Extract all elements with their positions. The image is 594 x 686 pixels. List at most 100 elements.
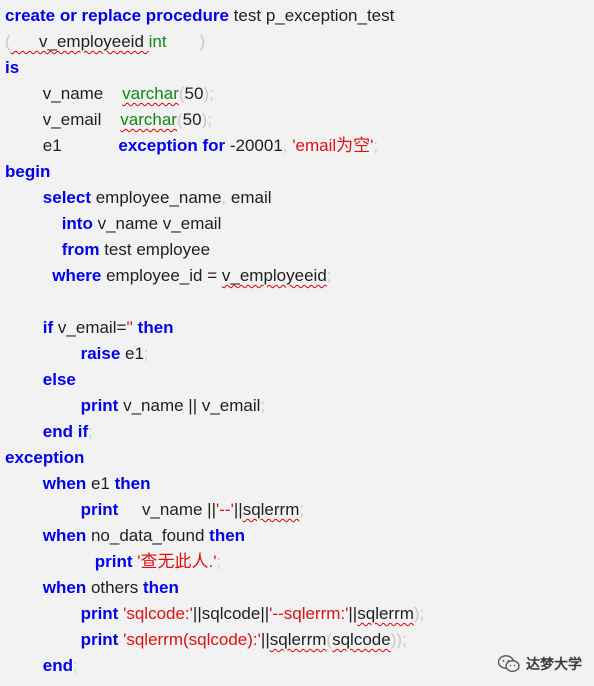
code-token: print [94,552,133,571]
code-token: e1 [5,136,119,155]
code-line: print v_name ||'--'||sqlerrm; [5,497,305,523]
code-line: end if; [5,419,93,445]
watermark-text: 达梦大学 [526,656,582,672]
code-line: print v_name || v_email; [5,393,266,419]
code-token: from [61,240,100,259]
code-token: || [260,630,270,649]
code-token: ; [260,396,266,415]
code-token: 50 [182,110,202,129]
code-token: sqlerrm [269,630,327,649]
code-line: create or replace procedure test p_excep… [5,3,394,29]
code-token: end if [42,422,89,441]
code-line: where employee_id = v_employeeid; [5,263,332,289]
code-line: print 'sqlcode:'||sqlcode||'--sqlerrm:'|… [5,601,425,627]
code-line: v_email varchar(50); [5,107,212,133]
code-token: end [42,656,74,675]
code-token: then [209,526,246,545]
code-token: ; [73,656,78,675]
code-line: exception [5,445,84,471]
code-token: 'sqlcode:' [123,604,193,623]
code-token: 50 [184,84,204,103]
code-token: sqlcode [332,630,391,649]
code-token: v_email [162,214,222,233]
code-token: if [42,318,54,337]
code-token: ||sqlcode|| [192,604,270,623]
code-token: )); [390,630,407,649]
code-token: , [221,188,231,207]
code-token: varchar [122,84,179,103]
code-line: begin [5,159,50,185]
code-token: into [61,214,93,233]
code-token: print [80,396,119,415]
code-token: then [137,318,174,337]
code-token: 'email为空' [292,136,374,155]
code-line: ( v_employeeid int ) [5,29,205,55]
code-token: others [86,578,143,597]
code-token: print [80,500,119,519]
code-token: sqlerrm [357,604,414,623]
code-token: begin [5,162,51,181]
code-token: then [142,578,179,597]
code-token: || [233,500,243,519]
code-token: ); [201,110,212,129]
code-token: v_name [92,214,159,233]
code-line: raise e1; [5,341,149,367]
code-token: ; [326,266,332,285]
code-token: ; [373,136,379,155]
code-token: v_name [5,84,123,103]
code-token: test [99,240,132,259]
code-token: print [80,630,119,649]
code-token: v_employeeid [221,266,327,285]
code-token: int [148,32,167,51]
code-token: exception for [118,136,226,155]
code-token: e1 [120,344,144,363]
code-token: e1 [86,474,115,493]
code-token: ; [299,500,305,519]
code-token: else [42,370,76,389]
code-token: ); [203,84,214,103]
code-token: when [42,526,87,545]
code-token: employee [136,240,211,259]
code-token: v_email= [53,318,127,337]
code-token: '--sqlerrm:' [269,604,349,623]
code-token: || [348,604,358,623]
code-line: print '查无此人.'; [5,549,221,575]
code-line: if v_email='' then [5,315,174,341]
code-token: varchar [120,110,177,129]
code-line: e1 exception for -20001, 'email为空'; [5,133,378,159]
code-token: then [114,474,151,493]
code-token: test [228,6,262,25]
code-token: when [42,578,87,597]
code-token: email [230,188,272,207]
code-token: employee_id = [101,266,222,285]
code-token: create or replace procedure [5,6,229,25]
code-token: ); [413,604,425,623]
code-token: v_name || v_email [118,396,261,415]
code-line: is [5,55,19,81]
code-token: 'sqlerrm(sqlcode):' [123,630,261,649]
code-line: end; [5,653,78,679]
code-token: v_name || [118,500,217,519]
code-token: when [42,474,87,493]
code-listing: create or replace procedure test p_excep… [0,0,594,686]
code-line: else [5,367,76,393]
code-line: select employee_name, email [5,185,272,211]
code-token: sqlerrm [242,500,300,519]
code-token: no_data_found [86,526,210,545]
code-line: when others then [5,575,179,601]
code-token: v_employeeid [10,32,149,51]
